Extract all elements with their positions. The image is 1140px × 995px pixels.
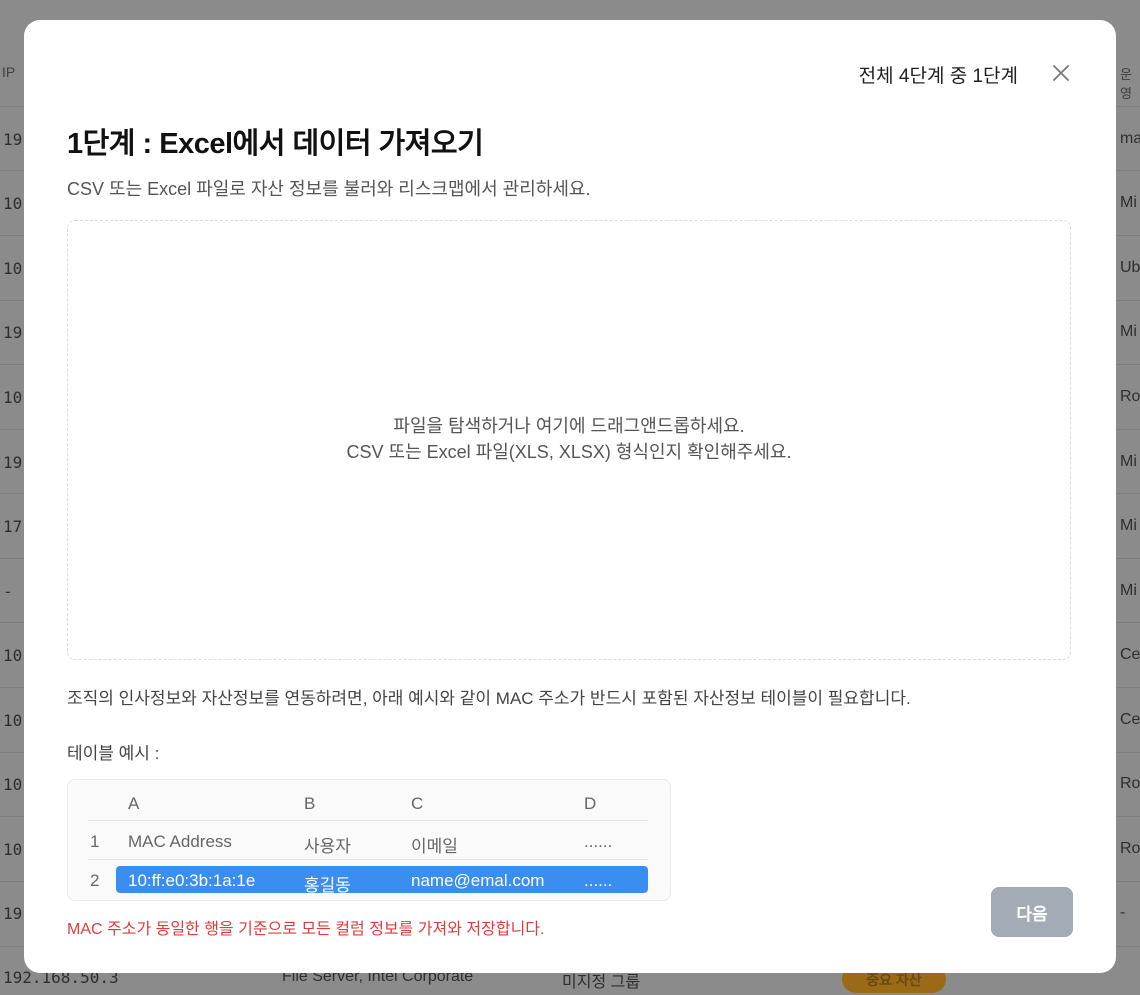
example-table: A B C D 1 MAC Address 사용자 이메일 ...... 2 1… — [67, 779, 671, 901]
file-dropzone[interactable]: 파일을 탐색하거나 여기에 드래그앤드롭하세요. CSV 또는 Excel 파일… — [67, 220, 1071, 660]
table-cell-ip: 19 — [3, 130, 23, 149]
warning-text: MAC 주소가 동일한 행을 기준으로 모든 컬럼 정보를 가져와 저장합니다. — [67, 921, 545, 938]
table-cell-ip: 19 — [3, 453, 23, 472]
table-cell-ip: 17 — [3, 517, 23, 536]
example-column-header: C — [411, 794, 424, 813]
example-cell: ...... — [584, 871, 613, 890]
table-header-os: 운영 — [1120, 67, 1132, 101]
table-cell-os: Ro — [1120, 775, 1140, 792]
step-indicator: 전체 4단계 중 1단계 — [858, 66, 1018, 87]
table-cell-os: - — [1120, 904, 1126, 921]
table-cell-os: Ro — [1120, 840, 1140, 857]
table-cell-os: Ub — [1120, 259, 1140, 276]
example-cell: 10:ff:e0:3b:1a:1e — [128, 871, 256, 890]
example-column-header: B — [304, 794, 316, 813]
dropzone-line-2: CSV 또는 Excel 파일(XLS, XLSX) 형식인지 확인해주세요. — [346, 442, 792, 462]
example-cell: 사용자 — [304, 837, 351, 856]
table-cell-os: Ro — [1120, 388, 1140, 405]
example-cell: 이메일 — [411, 837, 458, 856]
table-cell-os: Ce — [1120, 646, 1140, 663]
table-cell-ip: 10 — [3, 388, 23, 407]
example-cell: ...... — [584, 832, 613, 851]
table-cell-ip: 10 — [3, 194, 23, 213]
close-button[interactable] — [1050, 62, 1072, 84]
modal-subtitle: CSV 또는 Excel 파일로 자산 정보를 불러와 리스크맵에서 관리하세요… — [67, 179, 591, 199]
example-row-number: 2 — [90, 871, 100, 890]
example-column-header: A — [128, 794, 140, 813]
table-cell-ip: 19 — [3, 904, 23, 923]
close-icon — [1053, 65, 1069, 81]
next-button[interactable]: 다음 — [991, 887, 1073, 937]
example-label: 테이블 예시 : — [67, 744, 160, 763]
table-cell-ip: 10 — [3, 840, 23, 859]
table-header-ip: IP — [2, 64, 16, 80]
example-row-number: 1 — [90, 832, 100, 851]
table-cell-ip: - — [3, 582, 13, 601]
table-cell-os: Mi — [1120, 323, 1137, 340]
example-divider — [88, 820, 648, 821]
table-cell-os: ma — [1120, 130, 1140, 147]
table-cell-os: Mi — [1120, 582, 1137, 599]
table-cell-os: Mi — [1120, 194, 1137, 211]
info-text: 조직의 인사정보와 자산정보를 연동하려면, 아래 예시와 같이 MAC 주소가… — [67, 689, 911, 708]
table-cell-os: Mi — [1120, 517, 1137, 534]
example-cell: MAC Address — [128, 832, 232, 851]
example-column-header: D — [584, 794, 597, 813]
table-cell-ip: 19 — [3, 323, 23, 342]
dropzone-instructions: 파일을 탐색하거나 여기에 드래그앤드롭하세요. CSV 또는 Excel 파일… — [68, 413, 1070, 465]
table-cell-ip: 10 — [3, 711, 23, 730]
table-cell-os: Mi — [1120, 453, 1137, 470]
modal-title: 1단계 : Excel에서 데이터 가져오기 — [67, 128, 484, 160]
table-cell-os: Ce — [1120, 711, 1140, 728]
example-cell: 홍길동 — [304, 876, 351, 895]
example-divider — [88, 859, 648, 860]
table-cell-ip: 10 — [3, 775, 23, 794]
dropzone-line-1: 파일을 탐색하거나 여기에 드래그앤드롭하세요. — [393, 416, 745, 436]
import-modal: 전체 4단계 중 1단계 1단계 : Excel에서 데이터 가져오기 CSV … — [24, 20, 1116, 973]
table-cell-ip: 10 — [3, 646, 23, 665]
table-cell-ip: 10 — [3, 259, 23, 278]
example-cell: name@emal.com — [411, 871, 545, 890]
